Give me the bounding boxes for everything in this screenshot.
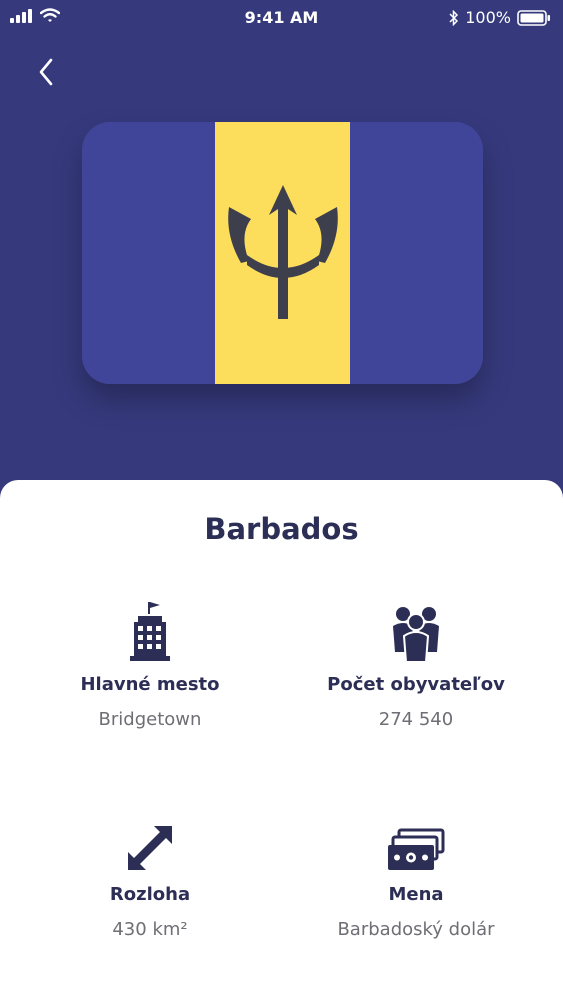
capital-label: Hlavné mesto: [80, 674, 220, 695]
status-right: 100%: [449, 8, 551, 27]
resize-diagonal-arrow-icon: [20, 812, 280, 872]
currency-label: Mena: [388, 884, 444, 905]
country-flag: [82, 122, 483, 384]
info-currency: Mena Barbadoský dolár: [286, 812, 546, 940]
battery-icon: [517, 9, 550, 26]
capital-value: Bridgetown: [98, 709, 202, 730]
area-value: 430 km²: [112, 919, 188, 940]
flag-band-right: [350, 122, 483, 384]
flag-band-left: [82, 122, 215, 384]
population-value: 274 540: [378, 709, 454, 730]
area-label: Rozloha: [109, 884, 191, 905]
money-bills-icon: [286, 812, 546, 872]
info-area: Rozloha 430 km²: [20, 812, 280, 940]
info-capital: Hlavné mesto Bridgetown: [20, 602, 280, 730]
status-bar: 9:41 AM 100%: [0, 0, 563, 34]
flag-band-center: [215, 122, 350, 384]
chevron-left-icon: [39, 58, 53, 86]
city-building-icon: [20, 602, 280, 662]
people-group-icon: [286, 602, 546, 662]
bluetooth-icon: [449, 9, 459, 26]
country-name: Barbados: [204, 512, 359, 546]
back-button[interactable]: [28, 52, 64, 92]
currency-value: Barbadoský dolár: [337, 919, 495, 940]
info-population: Počet obyvateľov 274 540: [286, 602, 546, 730]
trident-icon: [227, 185, 338, 319]
battery-percent: 100%: [465, 8, 511, 27]
population-label: Počet obyvateľov: [327, 674, 505, 695]
